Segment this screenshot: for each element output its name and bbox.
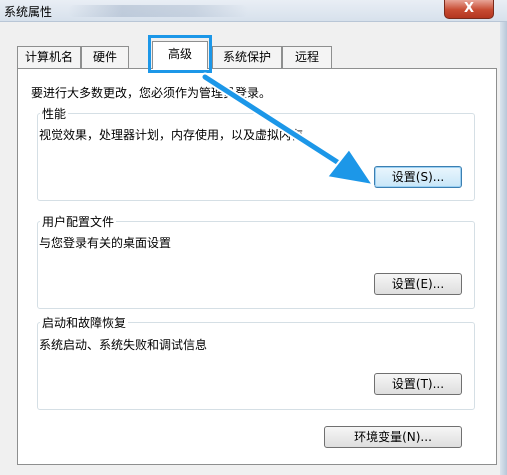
tab-remote[interactable]: 远程 — [282, 46, 332, 68]
tab-system-protection[interactable]: 系统保护 — [212, 46, 282, 68]
title-bar: 系统属性 — [0, 0, 507, 22]
user-profiles-description: 与您登录有关的桌面设置 — [39, 236, 172, 250]
tab-computer-name[interactable]: 计算机名 — [17, 46, 81, 68]
window-title: 系统属性 — [4, 5, 53, 19]
tab-hardware[interactable]: 硬件 — [81, 46, 129, 68]
window-border — [500, 22, 507, 475]
startup-recovery-settings-button[interactable]: 设置(T)... — [374, 373, 462, 395]
user-profiles-title: 用户配置文件 — [40, 213, 117, 230]
startup-recovery-title: 启动和故障恢复 — [40, 314, 129, 331]
performance-description: 视觉效果，处理器计划，内存使用，以及虚拟内存 — [39, 128, 304, 142]
close-icon[interactable]: X — [444, 0, 494, 19]
startup-recovery-description: 系统启动、系统失败和调试信息 — [39, 338, 208, 352]
admin-notice: 要进行大多数更改，您必须作为管理员登录。 — [31, 86, 272, 100]
performance-settings-button[interactable]: 设置(S)... — [374, 166, 462, 188]
title-blur — [68, 5, 248, 17]
tab-highlight-box — [148, 35, 212, 73]
performance-title: 性能 — [40, 105, 69, 122]
environment-variables-button[interactable]: 环境变量(N)... — [324, 426, 462, 448]
user-profiles-settings-button[interactable]: 设置(E)... — [374, 273, 462, 295]
